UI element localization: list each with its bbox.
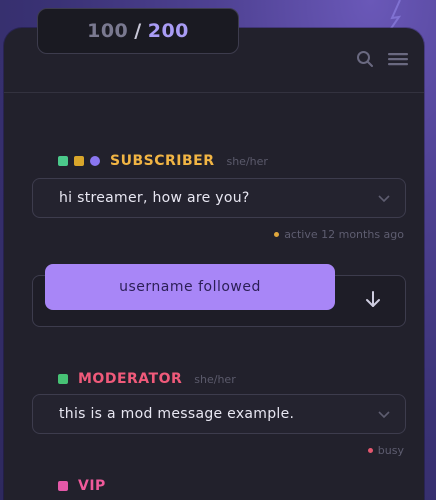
status-text: busy bbox=[377, 444, 404, 457]
pronouns: she/her bbox=[194, 372, 236, 386]
follow-label: username followed bbox=[119, 279, 261, 295]
counter-separator: / bbox=[134, 20, 142, 42]
moderator-sword-icon bbox=[58, 374, 68, 384]
message-text: this is a mod message example. bbox=[59, 406, 295, 422]
status-text: active 12 months ago bbox=[284, 228, 404, 241]
status-dot bbox=[367, 448, 373, 453]
toolbar bbox=[356, 50, 408, 68]
chevron-down-icon[interactable] bbox=[377, 193, 391, 203]
header-divider bbox=[4, 92, 424, 93]
chevron-down-icon[interactable] bbox=[377, 409, 391, 419]
prime-badge-icon bbox=[90, 156, 100, 166]
viewer-counter: 100 / 200 bbox=[37, 8, 239, 54]
counter-current: 100 bbox=[87, 20, 129, 42]
subscriber-message[interactable]: hi streamer, how are you? bbox=[32, 178, 406, 218]
message-text: hi streamer, how are you? bbox=[59, 190, 250, 206]
vip-header: VIP bbox=[58, 478, 106, 494]
search-icon[interactable] bbox=[356, 50, 374, 68]
role-label: VIP bbox=[78, 478, 106, 494]
pronouns: she/her bbox=[226, 154, 268, 168]
status-dot bbox=[274, 232, 280, 237]
role-label: MODERATOR bbox=[78, 371, 183, 387]
counter-max: 200 bbox=[147, 20, 189, 42]
vip-diamond-icon bbox=[58, 481, 68, 491]
role-label: SUBSCRIBER bbox=[110, 153, 215, 169]
moderator-header: MODERATOR she/her bbox=[58, 371, 236, 387]
gift-badge-icon bbox=[74, 156, 84, 166]
moderator-status: busy bbox=[367, 444, 404, 457]
follow-alert[interactable]: username followed bbox=[45, 264, 335, 310]
lightning-decoration bbox=[389, 0, 402, 30]
subscriber-status: active 12 months ago bbox=[274, 228, 404, 241]
arrow-down-icon[interactable] bbox=[364, 290, 382, 310]
moderator-message[interactable]: this is a mod message example. bbox=[32, 394, 406, 434]
subscriber-header: SUBSCRIBER she/her bbox=[58, 153, 268, 169]
hamburger-menu-icon[interactable] bbox=[388, 51, 408, 67]
subscriber-badge-icon bbox=[58, 156, 68, 166]
